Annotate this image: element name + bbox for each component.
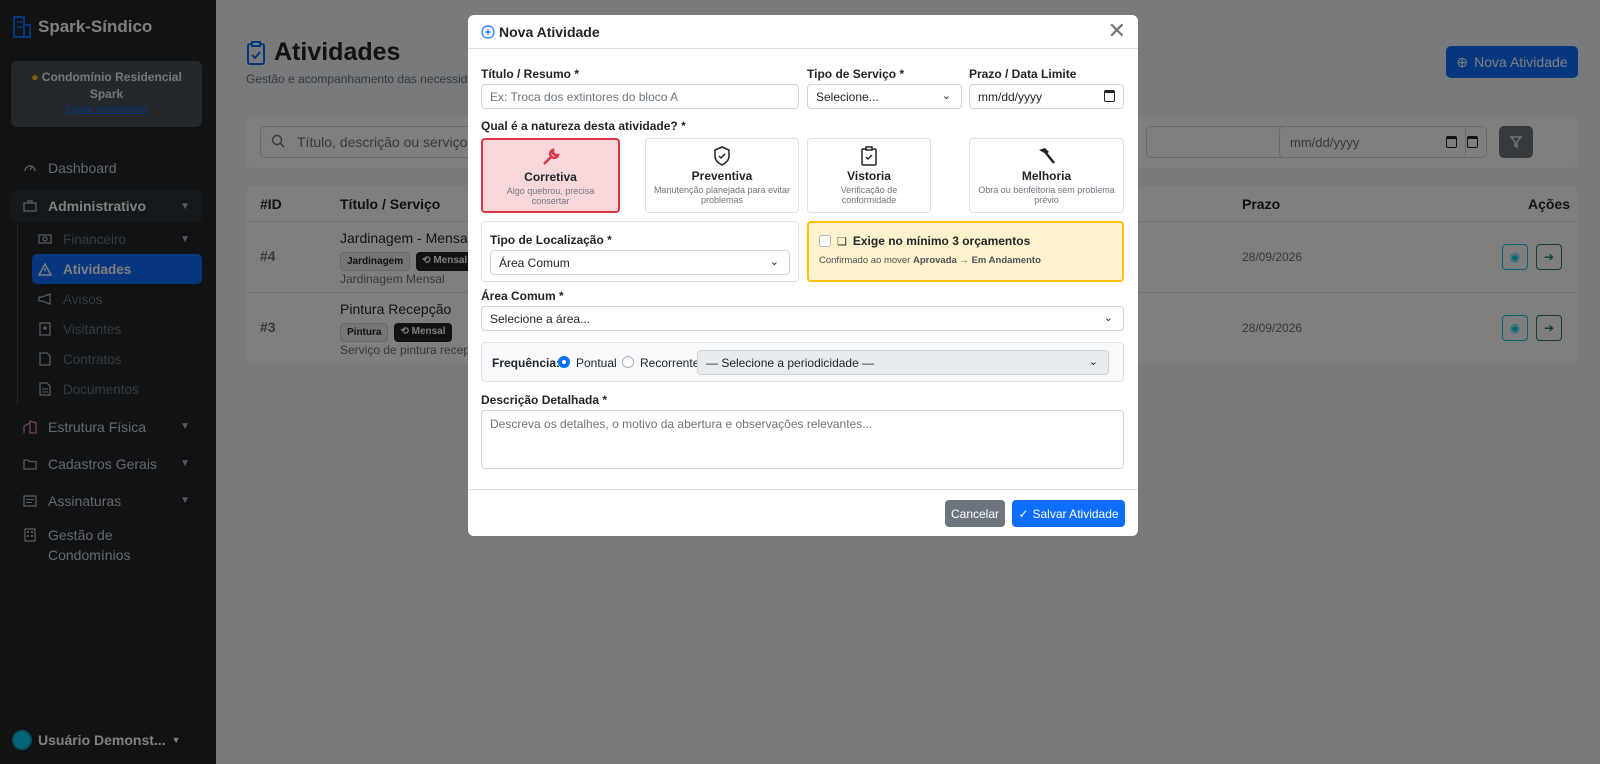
frequency-option-pontual: Pontual <box>576 356 617 370</box>
wrench-icon <box>483 147 618 167</box>
chevron-down-icon: ⌄ <box>941 90 951 102</box>
quotes-note-status: Aprovada → Em Andamento <box>912 255 1041 266</box>
title-placeholder: Ex: Troca dos extintores do bloco A <box>490 89 679 104</box>
location-type-group: Tipo de Localização * Área Comum ⌄ <box>481 221 799 282</box>
frequency-label: Frequência: <box>492 356 561 370</box>
type-name: Preventiva <box>691 169 753 183</box>
type-name: Vistoria <box>847 169 891 183</box>
type-desc: Algo quebrou, precisa consertar <box>506 186 595 206</box>
description-label: Descrição Detalhada * <box>481 393 608 407</box>
type-card-preventiva[interactable]: Preventiva Manutenção planejada para evi… <box>645 138 799 213</box>
type-name: Corretiva <box>524 170 577 184</box>
save-label: Salvar Atividade <box>1032 506 1119 521</box>
type-card-melhoria[interactable]: Melhoria Obra ou benfeitoria sem problem… <box>969 138 1124 213</box>
plus-circle-icon <box>481 24 495 39</box>
frequency-radio-pontual[interactable] <box>558 356 570 368</box>
quotes-checkbox[interactable] <box>819 235 831 247</box>
documents-icon: ❏ <box>837 235 847 248</box>
service-type-label: Tipo de Serviço * <box>807 67 905 81</box>
frequency-group: Frequência: Pontual Recorrente — Selecio… <box>481 342 1124 382</box>
hammer-icon <box>970 146 1123 166</box>
close-icon[interactable]: ✕ <box>1108 20 1126 42</box>
type-desc: Obra ou benfeitoria sem problema prévio <box>978 185 1115 205</box>
modal-footer: Cancelar ✓ Salvar Atividade <box>468 489 1138 536</box>
check-circle-icon: ✓ <box>1018 506 1029 521</box>
save-button[interactable]: ✓ Salvar Atividade <box>1012 500 1125 527</box>
quotes-label: Exige no mínimo 3 orçamentos <box>852 234 1031 248</box>
chevron-down-icon: ⌄ <box>1088 356 1098 368</box>
quotes-note: Confirmado ao mover Aprovada → Em Andame… <box>819 255 1041 266</box>
location-type-value: Área Comum <box>499 255 570 270</box>
deadline-placeholder: mm/dd/yyyy <box>978 89 1043 104</box>
frequency-option-recorrente: Recorrente <box>640 356 700 370</box>
common-area-value: Selecione a área... <box>490 311 591 326</box>
location-type-select[interactable]: Área Comum ⌄ <box>490 250 790 275</box>
nature-label: Qual é a natureza desta atividade? * <box>481 119 686 133</box>
description-placeholder: Descreva os detalhes, o motivo da abertu… <box>490 417 873 431</box>
service-type-select[interactable]: Selecione... ⌄ <box>807 84 962 109</box>
periodicity-value: — Selecione a periodicidade — <box>706 355 875 370</box>
type-card-corretiva[interactable]: Corretiva Algo quebrou, precisa conserta… <box>481 138 620 213</box>
deadline-input[interactable]: mm/dd/yyyy <box>969 84 1124 109</box>
location-type-label: Tipo de Localização * <box>490 233 612 247</box>
title-label: Título / Resumo * <box>481 67 580 81</box>
cancel-button[interactable]: Cancelar <box>945 500 1005 527</box>
chevron-down-icon: ⌄ <box>1103 312 1113 324</box>
description-textarea[interactable]: Descreva os detalhes, o motivo da abertu… <box>481 410 1124 469</box>
deadline-label: Prazo / Data Limite <box>969 67 1077 81</box>
service-type-value: Selecione... <box>816 89 879 104</box>
quotes-note-prefix: Confirmado ao mover <box>819 255 913 266</box>
shield-check-icon <box>646 146 798 166</box>
new-activity-modal: Nova Atividade ✕ Título / Resumo * Ex: T… <box>468 15 1138 536</box>
type-name: Melhoria <box>1021 169 1072 183</box>
periodicity-select[interactable]: — Selecione a periodicidade — ⌄ <box>697 350 1109 375</box>
common-area-select[interactable]: Selecione a área... ⌄ <box>481 306 1124 331</box>
chevron-down-icon: ⌄ <box>769 256 779 268</box>
title-input[interactable]: Ex: Troca dos extintores do bloco A <box>481 84 799 109</box>
calendar-icon <box>1104 90 1115 102</box>
type-desc: Manutenção planejada para evitar problem… <box>653 185 791 205</box>
clipboard-check-icon <box>808 146 930 166</box>
frequency-radio-recorrente[interactable] <box>622 356 634 368</box>
modal-title: Nova Atividade <box>499 23 600 40</box>
type-card-vistoria[interactable]: Vistoria Verificação de conformidade <box>807 138 931 213</box>
quotes-requirement-box: ❏ Exige no mínimo 3 orçamentos Confirmad… <box>807 221 1124 282</box>
common-area-label: Área Comum * <box>481 289 564 303</box>
quotes-checkbox-row: ❏ Exige no mínimo 3 orçamentos <box>819 234 1030 248</box>
modal-header: Nova Atividade <box>468 15 1138 49</box>
type-desc: Verificação de conformidade <box>840 185 898 205</box>
